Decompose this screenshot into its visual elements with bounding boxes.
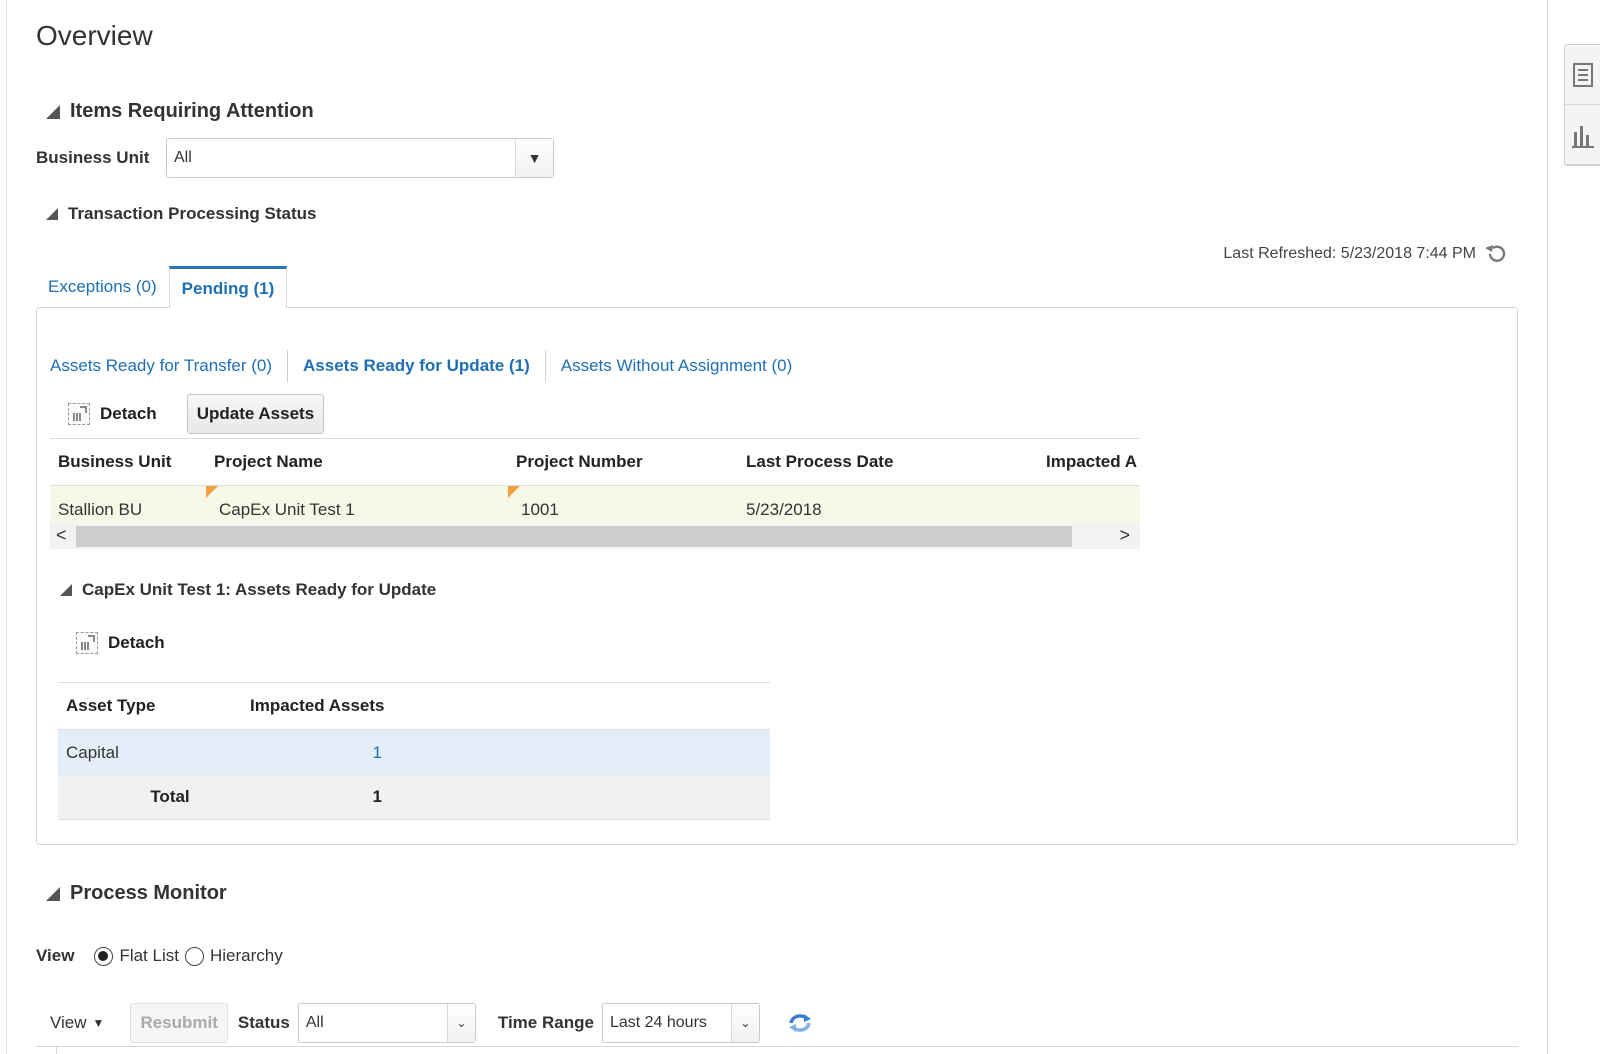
detach-button[interactable]: Detach [100, 404, 157, 424]
horizontal-scrollbar[interactable]: < > [50, 523, 1140, 549]
scroll-right-icon[interactable]: > [1119, 525, 1130, 546]
resubmit-button[interactable]: Resubmit [130, 1003, 228, 1043]
table-row[interactable]: Capital 1 [58, 730, 770, 775]
changed-flag-icon [206, 486, 218, 498]
view-label: View [36, 946, 75, 965]
flat-list-radio[interactable] [94, 946, 114, 966]
collapse-triangle-icon[interactable] [46, 886, 60, 901]
collapse-triangle-icon[interactable] [46, 104, 60, 119]
status-label: Status [237, 1013, 290, 1032]
list-icon[interactable] [1565, 45, 1600, 105]
business-unit-select[interactable]: All ▼ [166, 138, 554, 178]
collapse-triangle-icon[interactable] [60, 584, 72, 596]
bar-chart-icon[interactable] [1565, 105, 1600, 165]
section-title: Transaction Processing Status [68, 204, 317, 223]
detach-button[interactable]: Detach [108, 633, 165, 653]
detach-icon[interactable] [76, 632, 98, 654]
process-monitor-table-edge [56, 1046, 57, 1054]
total-row: Total 1 [58, 775, 770, 820]
column-header-project-name[interactable]: Project Name [206, 452, 508, 472]
status-value: All [305, 1014, 324, 1031]
assets-toolbar: Detach Update Assets [68, 394, 325, 434]
section-title: Items Requiring Attention [70, 100, 314, 122]
column-header-impacted-assets[interactable]: Impacted Assets [242, 696, 770, 716]
side-panel [1564, 44, 1600, 166]
collapse-triangle-icon[interactable] [46, 208, 58, 220]
assets-table: Business Unit Project Name Project Numbe… [50, 438, 1140, 534]
subtab-assets-without-assignment[interactable]: Assets Without Assignment (0) [544, 350, 807, 382]
detach-icon[interactable] [68, 403, 90, 425]
tab-pending[interactable]: Pending (1) [168, 266, 288, 308]
last-refreshed-text: Last Refreshed: 5/23/2018 7:44 PM [1223, 245, 1476, 262]
business-unit-label: Business Unit [36, 148, 150, 167]
refresh-icon[interactable] [1484, 243, 1508, 265]
hierarchy-label[interactable]: Hierarchy [210, 946, 283, 966]
column-header-business-unit[interactable]: Business Unit [50, 452, 206, 472]
section-title: Process Monitor [70, 882, 227, 904]
last-refreshed: Last Refreshed: 5/23/2018 7:44 PM [1223, 243, 1508, 265]
capex-detail-header[interactable]: CapEx Unit Test 1: Assets Ready for Upda… [60, 580, 436, 600]
view-radio-group: View Flat List Hierarchy [36, 946, 283, 966]
total-value: 1 [372, 787, 382, 806]
time-range-value: Last 24 hours [609, 1014, 707, 1031]
scroll-left-icon[interactable]: < [56, 525, 67, 546]
chevron-down-icon: ▼ [92, 1016, 105, 1030]
dropdown-arrow-icon[interactable]: ▼ [515, 139, 553, 177]
process-monitor-header[interactable]: Process Monitor [46, 882, 227, 905]
update-assets-button[interactable]: Update Assets [186, 394, 325, 434]
column-header-last-process-date[interactable]: Last Process Date [738, 452, 1038, 472]
process-monitor-toolbar: View ▼ Resubmit Status All ⌄ Time Range … [50, 1003, 814, 1043]
view-menu-label: View [50, 1013, 87, 1032]
view-menu[interactable]: View ▼ [50, 1013, 104, 1033]
page-right-border [1547, 0, 1548, 1054]
transaction-processing-status-header[interactable]: Transaction Processing Status [46, 204, 316, 224]
subtab-assets-ready-for-transfer[interactable]: Assets Ready for Transfer (0) [50, 350, 287, 382]
time-range-label: Time Range [497, 1013, 594, 1032]
scrollbar-thumb[interactable] [76, 526, 1072, 547]
section-title: CapEx Unit Test 1: Assets Ready for Upda… [82, 580, 437, 599]
cell-last-process-date: 5/23/2018 [746, 500, 822, 519]
items-requiring-attention-header[interactable]: Items Requiring Attention [46, 100, 314, 123]
impacted-assets-link[interactable]: 1 [373, 743, 382, 762]
chevron-down-icon[interactable]: ⌄ [446, 1004, 475, 1042]
time-range-select[interactable]: Last 24 hours ⌄ [601, 1003, 760, 1043]
project-number-text: 1001 [521, 500, 559, 519]
changed-flag-icon [508, 486, 520, 498]
hierarchy-radio[interactable] [184, 946, 204, 966]
status-select[interactable]: All ⌄ [297, 1003, 476, 1043]
cell-asset-type: Capital [66, 742, 119, 762]
page-title: Overview [36, 20, 153, 51]
column-header-asset-type[interactable]: Asset Type [58, 696, 242, 716]
detail-table: Asset Type Impacted Assets Capital 1 Tot… [58, 682, 770, 820]
process-monitor-table-top [36, 1046, 1518, 1047]
project-name-text: CapEx Unit Test 1 [219, 500, 355, 519]
flat-list-label[interactable]: Flat List [119, 946, 179, 966]
status-tabs: Exceptions (0) Pending (1) [36, 266, 288, 308]
subtab-assets-ready-for-update[interactable]: Assets Ready for Update (1) [287, 350, 545, 382]
column-header-project-number[interactable]: Project Number [508, 452, 738, 472]
business-unit-value: All [174, 149, 192, 166]
detail-toolbar: Detach [76, 632, 165, 654]
table-header: Business Unit Project Name Project Numbe… [50, 438, 1140, 486]
table-header: Asset Type Impacted Assets [58, 682, 770, 730]
pending-subtabs: Assets Ready for Transfer (0) Assets Rea… [50, 350, 807, 382]
refresh-icon[interactable] [786, 1011, 814, 1035]
chevron-down-icon[interactable]: ⌄ [730, 1004, 759, 1042]
column-header-impacted-assets[interactable]: Impacted A [1038, 452, 1140, 472]
page-left-border [6, 0, 7, 1054]
total-label: Total [150, 787, 190, 806]
cell-impacted-assets-link: 1 [242, 743, 402, 763]
tab-exceptions[interactable]: Exceptions (0) [36, 266, 169, 308]
cell-business-unit: Stallion BU [58, 500, 143, 519]
